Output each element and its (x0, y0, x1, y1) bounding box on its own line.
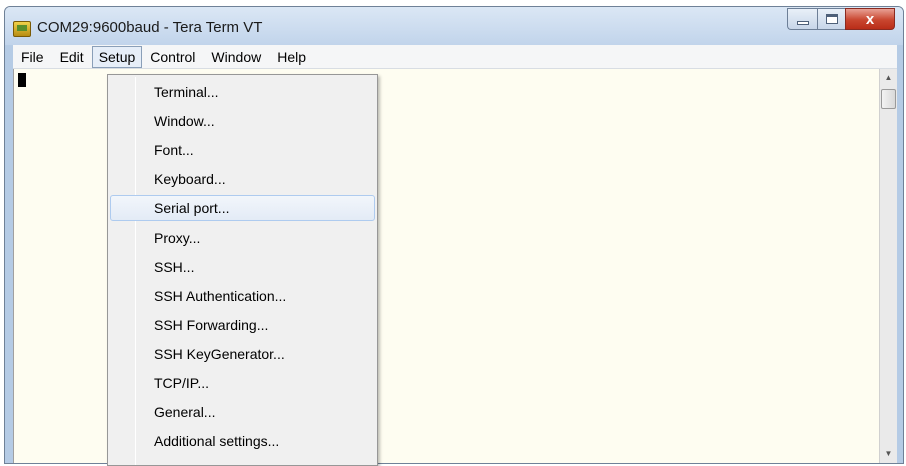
menu-item-ssh[interactable]: SSH... (110, 254, 375, 280)
menu-window[interactable]: Window (203, 46, 269, 68)
close-icon: x (865, 10, 875, 28)
menu-setup[interactable]: Setup (91, 45, 143, 68)
title-bar[interactable]: COM29:9600baud - Tera Term VT x (5, 7, 903, 45)
minimize-button[interactable] (787, 8, 817, 30)
tera-term-icon[interactable] (13, 21, 31, 37)
terminal-cursor (18, 73, 26, 87)
menu-item-serial-port[interactable]: Serial port... (110, 195, 375, 221)
maximize-icon (825, 14, 838, 24)
menu-item-ssh-forwarding[interactable]: SSH Forwarding... (110, 312, 375, 338)
maximize-button[interactable] (817, 8, 845, 30)
scroll-thumb[interactable] (881, 89, 896, 109)
scroll-up-arrow-icon[interactable]: ▲ (880, 69, 897, 87)
menu-item-additional-settings[interactable]: Additional settings... (110, 428, 375, 454)
menu-edit[interactable]: Edit (52, 46, 92, 68)
menu-control[interactable]: Control (142, 46, 203, 68)
vertical-scrollbar[interactable]: ▲ ▼ (879, 69, 897, 463)
setup-menu-dropdown: Terminal... Window... Font... Keyboard..… (107, 74, 378, 466)
menu-file[interactable]: File (13, 46, 52, 68)
menu-item-window[interactable]: Window... (110, 108, 375, 134)
menu-item-ssh-keygenerator[interactable]: SSH KeyGenerator... (110, 341, 375, 367)
scroll-down-arrow-icon[interactable]: ▼ (880, 445, 897, 463)
window-title: COM29:9600baud - Tera Term VT (37, 19, 263, 36)
menu-item-general[interactable]: General... (110, 399, 375, 425)
window-controls: x (787, 8, 895, 30)
menu-item-tcpip[interactable]: TCP/IP... (110, 370, 375, 396)
menu-bar: File Edit Setup Control Window Help (13, 45, 897, 69)
menu-item-font[interactable]: Font... (110, 137, 375, 163)
menu-item-proxy[interactable]: Proxy... (110, 225, 375, 251)
menu-item-ssh-authentication[interactable]: SSH Authentication... (110, 283, 375, 309)
menu-item-keyboard[interactable]: Keyboard... (110, 166, 375, 192)
minimize-icon (796, 21, 809, 25)
menu-item-terminal[interactable]: Terminal... (110, 79, 375, 105)
close-button[interactable]: x (845, 8, 895, 30)
menu-help[interactable]: Help (269, 46, 314, 68)
